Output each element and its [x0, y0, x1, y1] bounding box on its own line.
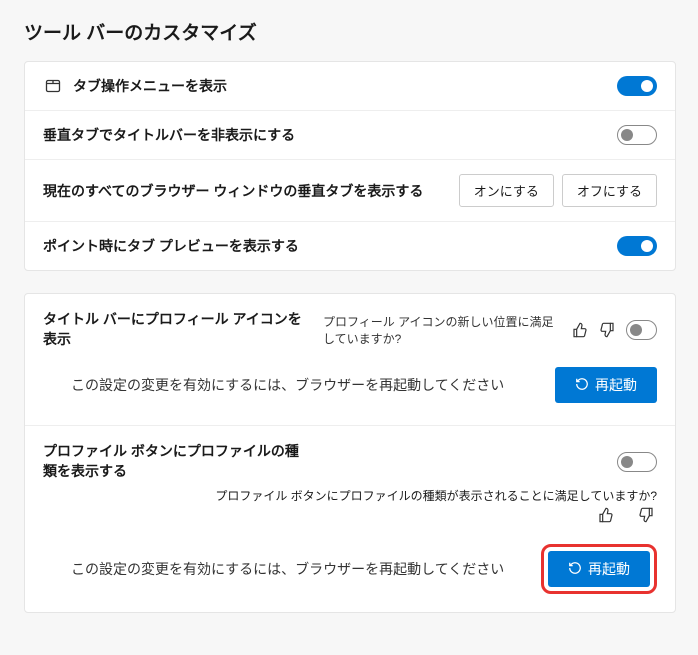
highlight-callout: 再起動	[541, 544, 657, 594]
toggle-profile-type[interactable]	[617, 452, 657, 472]
thumbs-up-icon[interactable]	[572, 319, 589, 341]
restart-message: この設定の変更を有効にするには、ブラウザーを再起動してください	[71, 559, 527, 579]
row-all-windows-vtabs: 現在のすべてのブラウザー ウィンドウの垂直タブを表示する オンにする オフにする	[25, 160, 675, 222]
toggle-tab-preview[interactable]	[617, 236, 657, 256]
toggle-profile-icon[interactable]	[626, 320, 657, 340]
restart-button-label: 再起動	[595, 375, 637, 395]
toggle-tab-action-menu[interactable]	[617, 76, 657, 96]
feedback-question: プロファイル ボタンにプロファイルの種類が表示されることに満足していますか?	[25, 487, 675, 504]
thumbs-down-icon[interactable]	[599, 319, 616, 341]
thumbs-up-icon[interactable]	[595, 504, 617, 526]
row-profile-icon: タイトル バーにプロフィール アイコンを表示 プロフィール アイコンの新しい位置…	[25, 294, 675, 357]
restart-button[interactable]: 再起動	[555, 367, 657, 403]
toggle-hide-titlebar[interactable]	[617, 125, 657, 145]
profile-settings-card: タイトル バーにプロフィール アイコンを表示 プロフィール アイコンの新しい位置…	[24, 293, 676, 613]
feedback-question: プロフィール アイコンの新しい位置に満足していますか?	[323, 313, 562, 347]
refresh-icon	[575, 377, 589, 394]
row-label: タイトル バーにプロフィール アイコンを表示	[43, 310, 303, 349]
page-title: ツール バーのカスタマイズ	[24, 18, 676, 45]
row-hide-titlebar: 垂直タブでタイトルバーを非表示にする	[25, 111, 675, 160]
restart-button-label: 再起動	[588, 559, 630, 579]
row-profile-type: プロファイル ボタンにプロファイルの種類を表示する	[25, 426, 675, 489]
restart-button[interactable]: 再起動	[548, 551, 650, 587]
tab-icon	[43, 77, 63, 95]
row-label: 垂直タブでタイトルバーを非表示にする	[43, 125, 617, 145]
turn-on-button[interactable]: オンにする	[459, 174, 554, 207]
thumbs-down-icon[interactable]	[635, 504, 657, 526]
refresh-icon	[568, 561, 582, 578]
toolbar-settings-card: タブ操作メニューを表示 垂直タブでタイトルバーを非表示にする 現在のすべてのブラ…	[24, 61, 676, 271]
turn-off-button[interactable]: オフにする	[562, 174, 657, 207]
restart-notice: この設定の変更を有効にするには、ブラウザーを再起動してください 再起動	[25, 357, 675, 421]
restart-message: この設定の変更を有効にするには、ブラウザーを再起動してください	[71, 375, 541, 395]
row-label: 現在のすべてのブラウザー ウィンドウの垂直タブを表示する	[43, 181, 459, 201]
row-label: プロファイル ボタンにプロファイルの種類を表示する	[43, 442, 303, 481]
row-tab-action-menu: タブ操作メニューを表示	[25, 62, 675, 111]
row-label: タブ操作メニューを表示	[73, 76, 617, 96]
restart-notice: この設定の変更を有効にするには、ブラウザーを再起動してください 再起動	[25, 534, 675, 612]
row-tab-preview: ポイント時にタブ プレビューを表示する	[25, 222, 675, 270]
row-label: ポイント時にタブ プレビューを表示する	[43, 236, 617, 256]
